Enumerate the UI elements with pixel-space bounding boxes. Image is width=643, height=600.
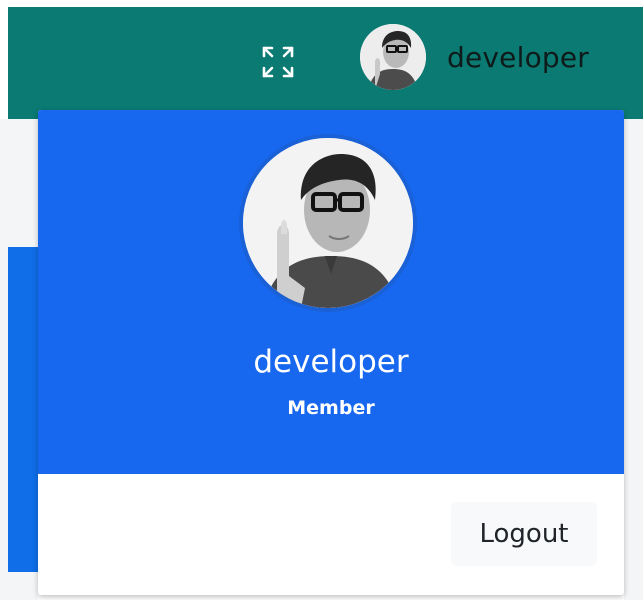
topbar-username: developer (447, 40, 590, 74)
expand-arrows-icon (262, 46, 294, 78)
logout-button[interactable]: Logout (451, 502, 597, 566)
page-background-right (624, 119, 643, 600)
user-dropdown-menu: developer Member Logout (38, 110, 624, 595)
user-avatar-photo (360, 24, 426, 90)
profile-avatar (239, 134, 417, 312)
page-background-panel (8, 247, 38, 572)
profile-name: developer (253, 344, 409, 380)
user-menu-toggle[interactable]: developer (360, 21, 589, 93)
user-header: developer Member (38, 110, 624, 474)
fullscreen-button[interactable] (258, 42, 298, 82)
profile-role: Member (287, 397, 375, 419)
top-navbar: developer (8, 7, 643, 119)
user-avatar-photo (243, 138, 413, 308)
avatar (360, 24, 426, 90)
